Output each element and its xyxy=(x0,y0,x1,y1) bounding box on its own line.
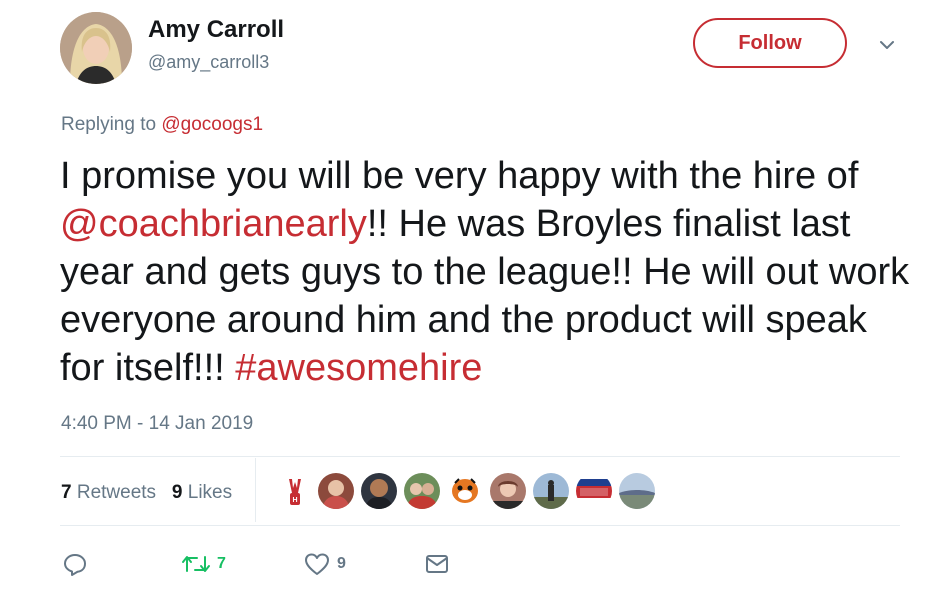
retweet-action-count: 7 xyxy=(217,555,226,572)
liker-avatar[interactable] xyxy=(533,473,569,509)
tweet-stats: 7 Retweets 9 Likes xyxy=(61,482,232,504)
retweets-count: 7 xyxy=(61,482,72,503)
user-handle[interactable]: @amy_carroll3 xyxy=(148,52,269,73)
display-name[interactable]: Amy Carroll xyxy=(148,16,284,44)
chevron-down-icon[interactable] xyxy=(876,34,898,56)
envelope-icon xyxy=(426,555,448,573)
like-action-count: 9 xyxy=(337,555,346,572)
divider-bottom xyxy=(60,525,900,526)
profile-photo-icon xyxy=(60,12,132,84)
likes-label: Likes xyxy=(187,482,233,503)
stats-separator xyxy=(255,458,256,522)
retweet-icon xyxy=(182,556,210,572)
retweets-stat[interactable]: 7 Retweets xyxy=(61,482,156,503)
liker-avatar[interactable] xyxy=(404,473,440,509)
retweets-label: Retweets xyxy=(76,482,157,503)
tweet-text: I promise you will be very happy with th… xyxy=(60,152,910,392)
likes-stat[interactable]: 9 Likes xyxy=(172,482,232,503)
follow-button[interactable]: Follow xyxy=(693,18,847,68)
tweet-timestamp[interactable]: 4:40 PM - 14 Jan 2019 xyxy=(61,413,253,435)
retweet-button[interactable]: 7 xyxy=(181,548,226,580)
liker-avatar[interactable] xyxy=(318,473,354,509)
hashtag-link[interactable]: #awesomehire xyxy=(235,347,482,389)
tweet-mention-link[interactable]: @coachbrianearly xyxy=(60,203,367,245)
likes-count: 9 xyxy=(171,482,183,503)
reply-button[interactable] xyxy=(62,548,88,580)
liker-avatar[interactable] xyxy=(447,473,483,509)
liker-avatar[interactable] xyxy=(619,473,655,509)
liker-avatar[interactable] xyxy=(361,473,397,509)
tweet-text-part-1: I promise you will be very happy with th… xyxy=(60,155,859,197)
direct-message-button[interactable] xyxy=(424,548,450,580)
like-button[interactable]: 9 xyxy=(303,548,346,580)
svg-text:H: H xyxy=(292,497,297,504)
replying-to-label: Replying to xyxy=(61,114,162,135)
divider-top xyxy=(60,456,900,457)
reply-mention-link[interactable]: @gocoogs1 xyxy=(161,114,263,135)
liker-avatar[interactable]: H xyxy=(277,473,313,509)
heart-icon xyxy=(305,553,329,575)
reply-icon xyxy=(64,554,86,576)
avatar[interactable] xyxy=(60,12,132,84)
liker-avatar[interactable] xyxy=(490,473,526,509)
replying-to: Replying to @gocoogs1 xyxy=(61,114,263,136)
liker-avatar[interactable] xyxy=(576,473,612,509)
